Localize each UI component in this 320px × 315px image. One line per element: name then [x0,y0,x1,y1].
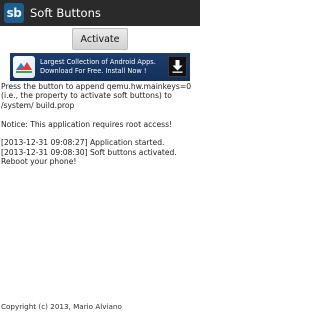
app-title: Soft Buttons [30,6,101,20]
log-line: [2013-12-31 09:08:30] Soft buttons activ… [1,147,177,167]
ad-line-1: Largest Collection of Android Apps. [40,58,156,67]
action-bar: sb Soft Buttons [0,0,200,26]
download-icon[interactable] [168,56,187,77]
ad-banner[interactable]: Largest Collection of Android Apps. Down… [10,53,190,81]
copyright-text: Copyright (c) 2013, Mario Alviano [1,302,122,311]
notice-text: Notice: This application requires root a… [1,119,173,129]
content-text: Press the button to append qemu.hw.maink… [1,82,199,167]
log-line: [2013-12-31 09:08:27] Application starte… [1,138,165,148]
ad-line-2: Download For Free. Install Now ! [40,67,147,75]
activate-button[interactable]: Activate [72,28,128,50]
ad-text: Largest Collection of Android Apps. Down… [40,58,156,76]
app-icon: sb [4,3,24,23]
store-logo-icon [13,56,35,78]
description-text: Press the button to append qemu.hw.maink… [1,82,192,110]
